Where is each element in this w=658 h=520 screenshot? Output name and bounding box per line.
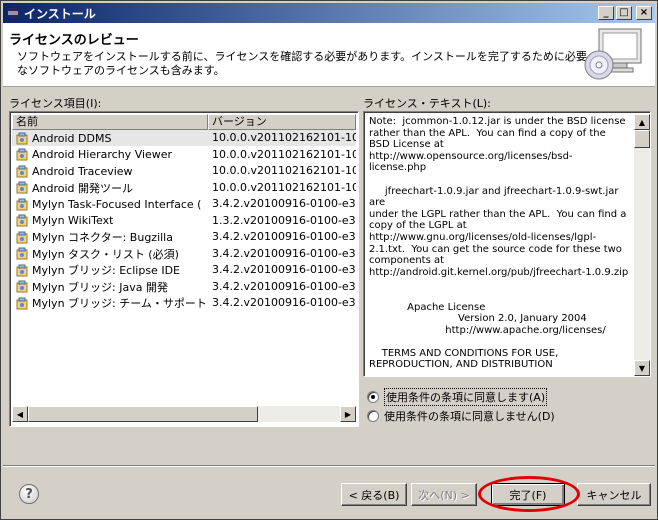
plugin-icon	[16, 181, 28, 194]
page-title: ライセンスのレビュー	[9, 33, 139, 48]
name-cell: Android DDMS	[12, 130, 208, 147]
header-banner: ライセンスのレビュー ソフトウェアをインストールする前に、ライセンスを確認する必…	[3, 23, 655, 87]
table-row[interactable]: Mylyn ブリッジ: チーム・サポート 3.4.2.v20100916-0100…	[12, 295, 356, 312]
table-row[interactable]: Mylyn ブリッジ: Java 開発 3.4.2.v20100916-0100-…	[12, 279, 356, 296]
eclipse-icon	[6, 6, 20, 20]
decline-radio-label[interactable]: 使用条件の条項に同意しません(D)	[384, 408, 555, 424]
minimize-button[interactable]: _	[598, 6, 614, 20]
plugin-icon	[16, 198, 28, 211]
cancel-button[interactable]: キャンセル	[577, 483, 651, 506]
row-version: 3.4.2.v20100916-0100-e3x-72	[212, 246, 356, 260]
scroll-left-arrow-icon[interactable]: ◀	[12, 406, 28, 422]
plugin-icon	[16, 280, 28, 293]
accept-radio-option[interactable]: 使用条件の条項に同意します(A)	[367, 388, 548, 406]
next-button[interactable]: 次へ(N) >	[411, 483, 477, 506]
scroll-down-arrow-icon[interactable]: ▼	[634, 360, 650, 376]
row-name: Mylyn Task-Focused Interface (	[32, 197, 202, 211]
scrollbar-track[interactable]	[28, 406, 340, 422]
row-version: 10.0.0.v201102162101-104271	[212, 164, 356, 178]
row-name: Android Traceview	[32, 164, 133, 178]
row-version: 3.4.2.v20100916-0100-e3x-7C	[212, 263, 356, 277]
license-items-label: ライセンス項目(I):	[9, 97, 102, 110]
vertical-scrollbar[interactable]: ▲ ▼	[634, 114, 650, 376]
column-header-version[interactable]: バージョン	[208, 114, 356, 130]
name-cell: Android 開発ツール	[12, 180, 208, 196]
install-dialog: インストール _ □ × ライセンスのレビュー ソフトウェアをインストールする前…	[0, 0, 658, 520]
name-cell: Mylyn ブリッジ: Eclipse IDE	[12, 262, 208, 278]
table-row[interactable]: Android Traceview 10.0.0.v201102162101-10…	[12, 163, 356, 180]
row-version: 3.4.2.v20100916-0100-e3x-77	[212, 197, 356, 211]
plugin-icon	[16, 165, 28, 178]
scrollbar-track[interactable]	[634, 130, 650, 360]
license-text-label: ライセンス・テキスト(L):	[363, 97, 491, 110]
row-version: 3.4.2.v20100916-0100-e3x-7C	[212, 230, 356, 244]
row-name: Android Hierarchy Viewer	[32, 148, 173, 162]
row-name: Android DDMS	[32, 131, 112, 145]
decline-radio-option[interactable]: 使用条件の条項に同意しません(D)	[367, 408, 555, 424]
back-button[interactable]: < 戻る(B)	[341, 483, 407, 506]
page-description: ソフトウェアをインストールする前に、ライセンスを確認する必要があります。インスト…	[17, 50, 587, 77]
install-cd-icon	[583, 25, 645, 83]
scrollbar-thumb[interactable]	[28, 406, 258, 422]
accept-radio[interactable]	[367, 391, 379, 403]
window-title: インストール	[24, 6, 96, 21]
table-row[interactable]: Android 開発ツール 10.0.0.v201102162101-104271	[12, 180, 356, 197]
maximize-button[interactable]: □	[616, 6, 632, 20]
table-header: 名前 バージョン	[12, 114, 356, 130]
plugin-icon	[16, 297, 28, 310]
title-bar[interactable]: インストール _ □ ×	[3, 3, 655, 23]
scrollbar-thumb[interactable]	[634, 130, 650, 148]
row-name: Mylyn コネクター: Bugzilla	[32, 231, 173, 245]
scroll-up-arrow-icon[interactable]: ▲	[634, 114, 650, 130]
row-version: 3.4.2.v20100916-0100-e3x-43	[212, 296, 356, 310]
name-cell: Mylyn コネクター: Bugzilla	[12, 229, 208, 245]
name-cell: Mylyn Task-Focused Interface (	[12, 196, 208, 212]
table-row[interactable]: Mylyn Task-Focused Interface ( 3.4.2.v201…	[12, 196, 356, 213]
row-name: Mylyn ブリッジ: チーム・サポート	[32, 297, 207, 311]
plugin-icon	[16, 264, 28, 277]
table-row[interactable]: Android Hierarchy Viewer 10.0.0.v20110216…	[12, 147, 356, 164]
name-cell: Mylyn タスク・リスト (必須)	[12, 246, 208, 262]
table-body: Android DDMS10.0.0.v201102162101-104271A…	[12, 130, 356, 406]
row-version: 3.4.2.v20100916-0100-e3x-7D	[212, 279, 356, 293]
decline-radio[interactable]	[367, 410, 379, 422]
plugin-icon	[16, 132, 28, 145]
name-cell: Android Hierarchy Viewer	[12, 147, 208, 163]
column-header-name[interactable]: 名前	[12, 114, 208, 130]
name-cell: Mylyn ブリッジ: チーム・サポート	[12, 295, 208, 311]
row-name: Mylyn ブリッジ: Java 開発	[32, 280, 168, 294]
plugin-icon	[16, 148, 28, 161]
row-name: Android 開発ツール	[32, 181, 134, 195]
row-name: Mylyn WikiText	[32, 214, 114, 228]
row-version: 1.3.2.v20100916-0100-e3x-7F	[212, 213, 356, 227]
horizontal-scrollbar[interactable]: ◀ ▶	[12, 406, 356, 422]
license-text-content: Note: jcommon-1.0.12.jar is under the BS…	[369, 116, 629, 371]
row-version: 10.0.0.v201102162101-104271	[212, 147, 356, 161]
row-name: Mylyn ブリッジ: Eclipse IDE	[32, 264, 180, 278]
name-cell: Mylyn ブリッジ: Java 開発	[12, 279, 208, 295]
plugin-icon	[16, 214, 28, 227]
row-name: Mylyn タスク・リスト (必須)	[32, 247, 179, 261]
plugin-icon	[16, 247, 28, 260]
plugin-icon	[16, 231, 28, 244]
table-row[interactable]: Mylyn WikiText 1.3.2.v20100916-0100-e3x-7…	[12, 213, 356, 230]
table-row[interactable]: Mylyn コネクター: Bugzilla 3.4.2.v20100916-010…	[12, 229, 356, 246]
license-text-area[interactable]: Note: jcommon-1.0.12.jar is under the BS…	[363, 111, 651, 377]
table-row[interactable]: Mylyn ブリッジ: Eclipse IDE 3.4.2.v20100916-0…	[12, 262, 356, 279]
close-button[interactable]: ×	[636, 6, 652, 20]
help-icon[interactable]: ?	[19, 484, 39, 504]
scroll-right-arrow-icon[interactable]: ▶	[340, 406, 356, 422]
row-version: 10.0.0.v201102162101-104271	[212, 180, 356, 194]
name-cell: Android Traceview	[12, 163, 208, 179]
row-version: 10.0.0.v201102162101-104271	[208, 130, 356, 147]
license-items-table[interactable]: 名前 バージョン Android DDMS 10.0.0.v20110216210…	[9, 111, 359, 427]
accept-radio-label[interactable]: 使用条件の条項に同意します(A)	[384, 388, 548, 406]
table-row[interactable]: Android DDMS 10.0.0.v201102162101-104271	[12, 130, 356, 147]
footer-separator	[3, 465, 655, 467]
name-cell: Mylyn WikiText	[12, 213, 208, 229]
finish-button[interactable]: 完了(F)	[491, 483, 565, 506]
table-row[interactable]: Mylyn タスク・リスト (必須) 3.4.2.v20100916-0100-e…	[12, 246, 356, 263]
